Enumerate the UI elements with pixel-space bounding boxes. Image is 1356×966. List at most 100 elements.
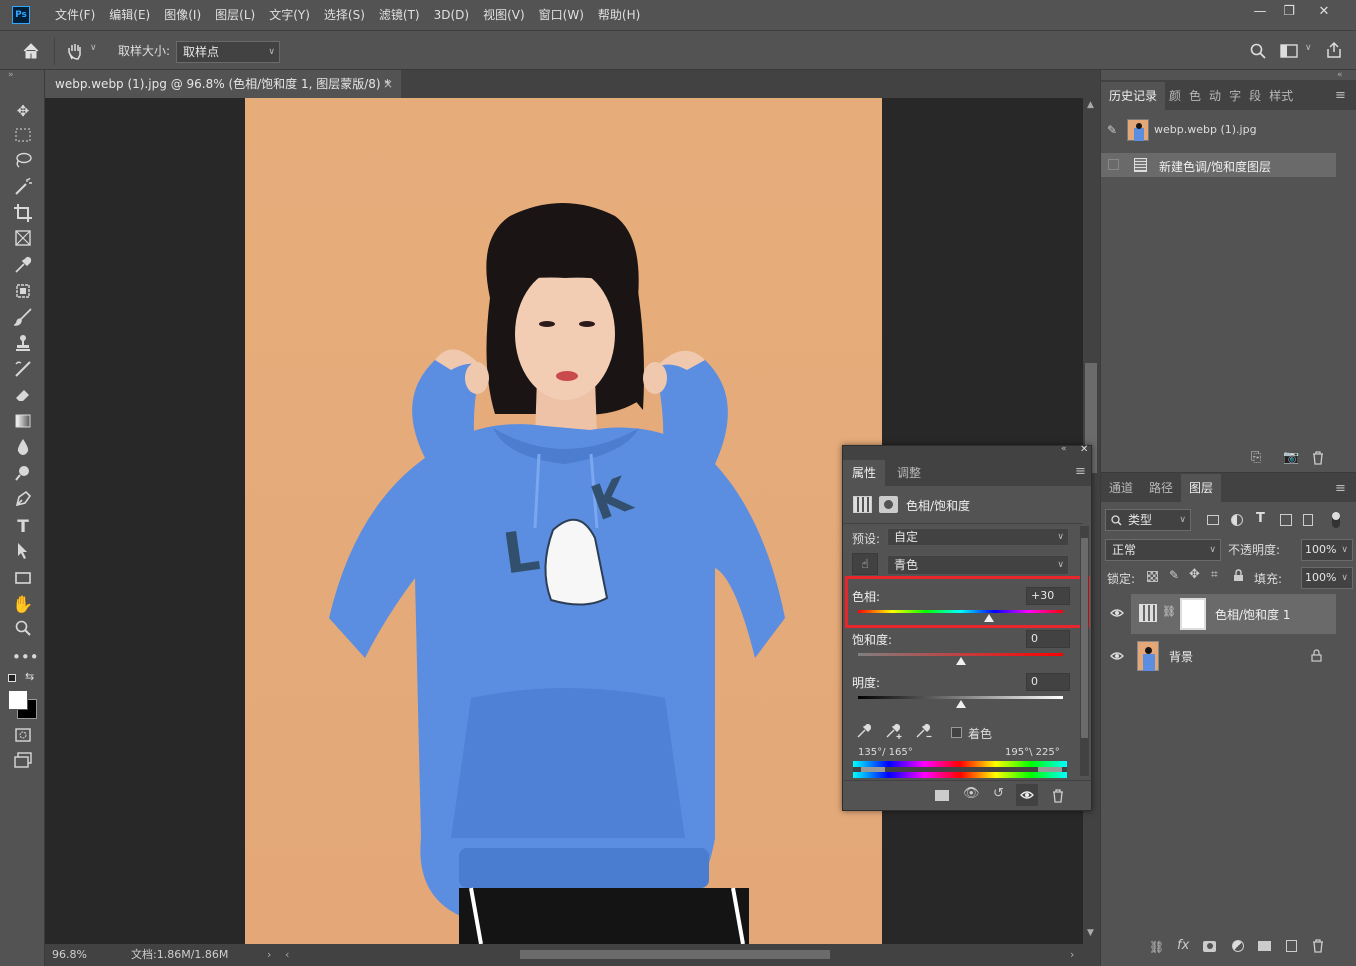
tab-character[interactable]: 字 [1225, 82, 1245, 110]
new-document-from-state-icon[interactable]: ⎘ [1251, 450, 1261, 465]
quick-mask-icon[interactable] [12, 726, 34, 748]
blend-mode-select[interactable]: 正常 ∨ [1105, 539, 1221, 561]
properties-menu-icon[interactable]: ≡ [1075, 464, 1086, 479]
tab-paths[interactable]: 路径 [1141, 474, 1181, 502]
delete-layer-icon[interactable] [1312, 939, 1324, 953]
tab-swatches[interactable]: 颜 [1165, 82, 1185, 110]
pixel-layer-filter-icon[interactable] [1207, 515, 1219, 525]
properties-scroll-thumb[interactable] [1081, 538, 1088, 738]
layer-lock-icon[interactable] [1311, 649, 1322, 662]
type-tool-icon[interactable]: T [12, 516, 34, 538]
history-brush-source-icon[interactable]: ✎ [1107, 123, 1117, 137]
reset-adjustment-icon[interactable]: ↺ [993, 786, 1004, 801]
rectangle-tool-icon[interactable] [12, 568, 34, 590]
history-snapshot-row[interactable]: ✎ webp.webp (1).jpg [1101, 115, 1336, 145]
gradient-tool-icon[interactable] [12, 412, 34, 434]
new-adjustment-layer-icon[interactable] [1232, 940, 1244, 952]
opacity-input[interactable]: 100% ∨ [1301, 539, 1353, 561]
toggle-visibility-button[interactable] [1016, 784, 1038, 806]
lightness-input[interactable]: 0 [1026, 673, 1070, 691]
eyedropper-tool-icon[interactable] [12, 256, 34, 278]
scroll-right-icon[interactable]: › [1070, 946, 1074, 964]
search-icon[interactable] [1250, 43, 1266, 59]
home-icon[interactable] [22, 42, 40, 60]
targeted-adjustment-hand-icon[interactable]: ☝ [852, 553, 878, 575]
mask-link-icon[interactable]: ⛓ [1162, 605, 1176, 618]
adjustment-type-icon[interactable] [853, 496, 872, 513]
frame-tool-icon[interactable] [12, 230, 34, 252]
view-previous-state-icon[interactable]: 👁 [963, 786, 980, 801]
screen-mode-icon[interactable] [12, 752, 34, 774]
delete-adjustment-icon[interactable] [1052, 789, 1064, 803]
layer-filter-select[interactable]: 类型 ∨ [1105, 509, 1191, 531]
clone-stamp-tool-icon[interactable] [12, 334, 34, 356]
layer-row-hue-saturation[interactable]: ⛓ 色相/饱和度 1 [1131, 594, 1336, 634]
eraser-tool-icon[interactable] [12, 386, 34, 408]
mask-properties-icon[interactable] [879, 496, 898, 513]
menu-item[interactable]: 图像(I) [157, 0, 208, 30]
close-panel-icon[interactable]: ✕ [1080, 444, 1088, 455]
layers-panel-menu-icon[interactable]: ≡ [1335, 481, 1346, 496]
zoom-tool-icon[interactable] [12, 620, 34, 642]
history-step-row[interactable]: 新建色调/饱和度图层 [1101, 153, 1336, 177]
minimize-button[interactable]: — [1246, 2, 1274, 22]
menu-item[interactable]: 文件(F) [48, 0, 102, 30]
tab-properties[interactable]: 属性 [843, 460, 885, 486]
collapse-icon[interactable]: » [8, 70, 14, 80]
path-selection-tool-icon[interactable] [12, 542, 34, 564]
tab-styles[interactable]: 样式 [1265, 82, 1297, 110]
restore-button[interactable]: ❐ [1275, 2, 1303, 22]
add-to-sample-icon[interactable] [885, 723, 903, 739]
lasso-tool-icon[interactable] [12, 152, 34, 174]
menu-item[interactable]: 选择(S) [317, 0, 372, 30]
hand-tool-icon[interactable]: ✋ [12, 594, 34, 616]
default-colors-icon[interactable] [8, 674, 16, 682]
saturation-slider-thumb[interactable] [955, 657, 966, 665]
history-brush-tool-icon[interactable] [12, 360, 34, 382]
link-layers-icon[interactable]: ⛓ [1149, 940, 1164, 954]
collapse-panels-icon[interactable]: « [1337, 70, 1343, 80]
channel-select[interactable]: 青色 ∨ [887, 555, 1069, 575]
menu-item[interactable]: 编辑(E) [102, 0, 157, 30]
adjustment-layer-filter-icon[interactable] [1231, 514, 1243, 526]
spot-healing-tool-icon[interactable] [12, 282, 34, 304]
properties-scrollbar[interactable] [1080, 526, 1089, 776]
layer-mask-thumbnail[interactable] [1180, 598, 1206, 630]
magic-wand-tool-icon[interactable] [12, 177, 34, 200]
brush-tool-icon[interactable] [12, 308, 34, 330]
eye-icon[interactable] [1110, 651, 1124, 661]
tab-actions[interactable]: 动 [1205, 82, 1225, 110]
scroll-left-icon[interactable]: ‹ [285, 946, 289, 964]
lightness-slider-thumb[interactable] [955, 700, 966, 708]
sample-size-select[interactable]: 取样点 ∨ [176, 41, 280, 63]
layer-row-background[interactable]: 背景 [1131, 636, 1336, 676]
move-tool-icon[interactable]: ✥ [12, 100, 34, 122]
smart-object-filter-icon[interactable] [1303, 514, 1313, 526]
lock-all-icon[interactable] [1233, 569, 1244, 582]
eyedropper-hand-icon[interactable] [64, 41, 86, 61]
foreground-color-swatch[interactable] [8, 690, 28, 710]
more-tools-icon[interactable]: ••• [12, 646, 39, 668]
dodge-tool-icon[interactable] [12, 464, 34, 486]
shape-layer-filter-icon[interactable] [1280, 514, 1292, 526]
tab-history[interactable]: 历史记录 [1101, 82, 1166, 110]
saturation-slider-track[interactable] [858, 653, 1063, 656]
share-icon[interactable] [1325, 41, 1343, 59]
preset-select[interactable]: 自定 ∨ [887, 528, 1069, 546]
type-layer-filter-icon[interactable]: T [1256, 511, 1265, 526]
crop-tool-icon[interactable] [12, 204, 34, 226]
lock-artboard-icon[interactable]: ⌗ [1211, 567, 1218, 582]
pen-tool-icon[interactable] [12, 490, 34, 512]
tool-preset-chevron-icon[interactable]: ∨ [90, 43, 97, 53]
snapshot-camera-icon[interactable]: 📷 [1283, 450, 1299, 465]
tab-adjustments[interactable]: 调整 [890, 460, 928, 486]
tab-layers[interactable]: 图层 [1181, 474, 1222, 502]
new-layer-icon[interactable] [1286, 940, 1297, 952]
close-tab-icon[interactable]: × [383, 70, 393, 98]
swap-colors-icon[interactable]: ⇆ [25, 670, 34, 683]
add-mask-icon[interactable] [1203, 941, 1216, 952]
eye-icon[interactable] [1110, 608, 1124, 618]
zoom-level[interactable]: 96.8% [52, 946, 87, 964]
new-group-folder-icon[interactable] [1258, 941, 1271, 951]
menu-item[interactable]: 滤镜(T) [372, 0, 427, 30]
